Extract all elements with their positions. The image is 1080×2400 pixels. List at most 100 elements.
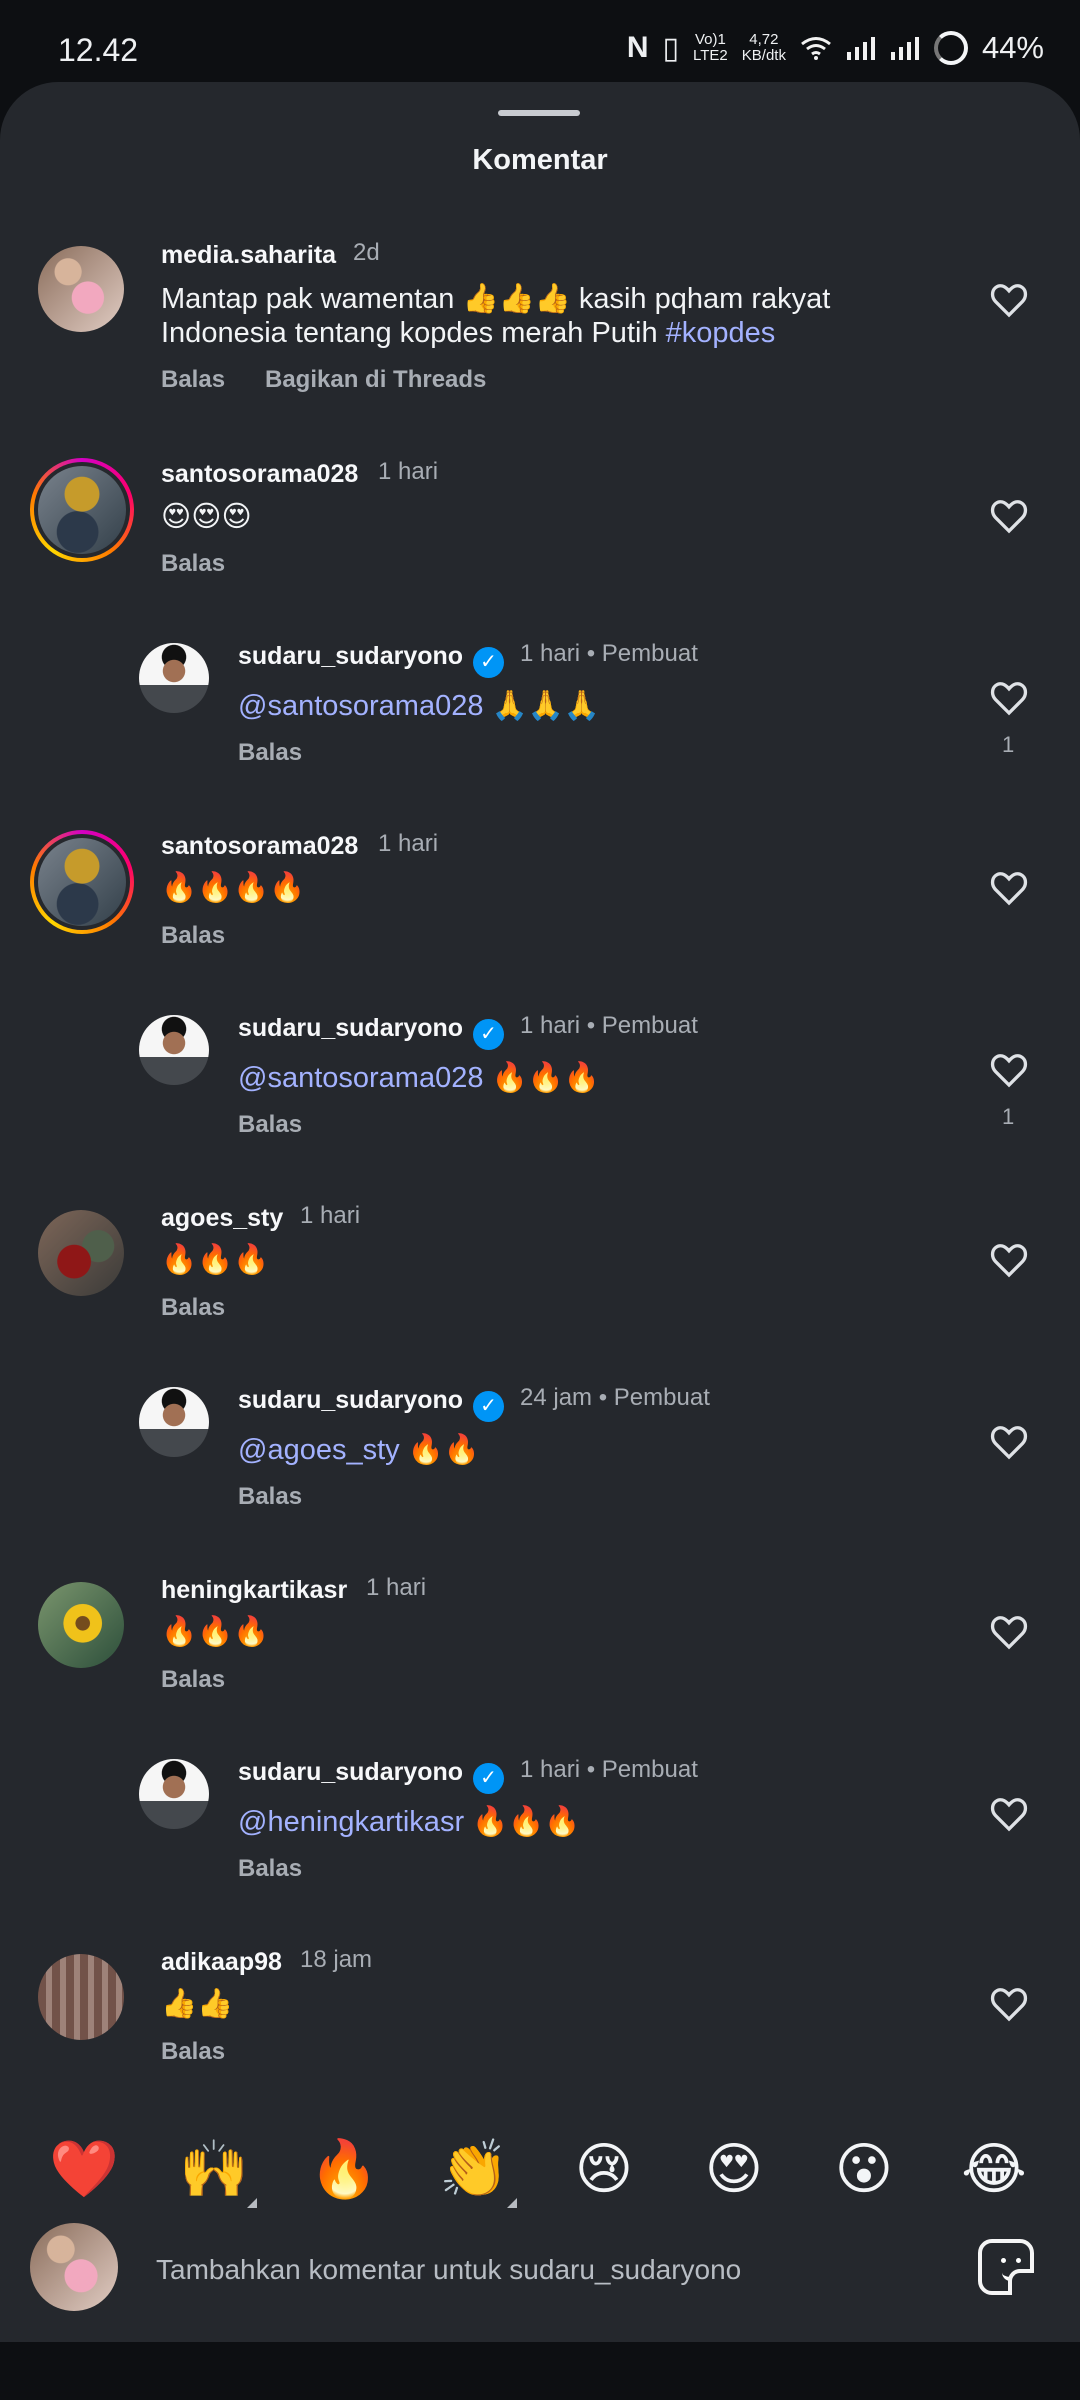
comments-sheet: Komentar media.saharita 2d Mantap pak wa… (0, 82, 1080, 2342)
reply-username[interactable]: sudaru_sudaryono (238, 1386, 463, 1414)
verified-icon: ✓ (473, 647, 505, 678)
like-heart-icon[interactable] (989, 1984, 1029, 2024)
like-heart-icon[interactable] (989, 496, 1029, 536)
reply-time: 1 hari (520, 1012, 581, 1039)
like-heart-icon[interactable] (989, 1612, 1029, 1652)
share-threads-button[interactable]: Bagikan di Threads (265, 366, 486, 394)
emoji-heart-eyes[interactable]: 😍 (694, 2129, 774, 2209)
like-heart-icon[interactable] (989, 1240, 1029, 1280)
comment-time: 1 hari (366, 1574, 427, 1601)
quick-emoji-row: ❤️ 🙌 🔥 👏 😢 😍 😮 😂 (0, 2129, 1080, 2211)
mention-link[interactable]: @agoes_sty (238, 1434, 400, 1466)
emoji-heart[interactable]: ❤️ (44, 2129, 124, 2209)
reply-button[interactable]: Balas (161, 1666, 225, 1694)
avatar[interactable] (38, 246, 124, 332)
hashtag-link[interactable]: #kopdes (666, 317, 776, 349)
verified-icon: ✓ (473, 1391, 505, 1422)
like-count: 1 (1002, 1104, 1015, 1129)
comment-text: Mantap pak wamentan 👍👍👍 kasih pqham raky… (161, 282, 830, 350)
reply-button[interactable]: Balas (238, 1483, 302, 1511)
comment-composer (0, 2208, 1080, 2342)
avatar[interactable] (139, 643, 209, 713)
comment-time: 1 hari • Pembuat (520, 640, 698, 667)
mention-link[interactable]: @heningkartikasr (238, 1806, 464, 1838)
comment-time: 24 jam • Pembuat (520, 1384, 710, 1411)
comment-input[interactable] (154, 2245, 938, 2295)
reply-button[interactable]: Balas (161, 366, 225, 394)
avatar[interactable] (38, 1210, 124, 1296)
network-speed-unit: KB/dtk (741, 47, 786, 64)
story-avatar[interactable] (30, 458, 134, 562)
comment-username[interactable]: agoes_sty (161, 1204, 283, 1233)
emoji-laugh[interactable]: 😂 (954, 2129, 1034, 2209)
nfc-icon: N (626, 31, 649, 64)
sticker-face-icon (996, 2258, 1026, 2281)
comment-text: @santosorama028 🙏🙏🙏 (238, 689, 600, 723)
like-heart-icon[interactable] (989, 1050, 1029, 1090)
comment-username[interactable]: sudaru_sudaryono ✓ (238, 1014, 505, 1050)
reply-button[interactable]: Balas (238, 1855, 302, 1883)
comment-username[interactable]: sudaru_sudaryono ✓ (238, 1386, 505, 1422)
author-label: Pembuat (601, 1012, 698, 1039)
comment-text: @heningkartikasr 🔥🔥🔥 (238, 1805, 581, 1839)
emoji-clap[interactable]: 👏 (434, 2129, 514, 2209)
status-time: 12.42 (58, 32, 139, 68)
status-icons: N ▯ Vo)1 LTE2 4,72 KB/dtk 44% (627, 26, 1044, 70)
avatar[interactable] (38, 1954, 124, 2040)
comment-time: 1 hari (378, 458, 439, 485)
comment-username[interactable]: santosorama028 (161, 832, 358, 861)
comment-item: media.saharita 2d Mantap pak wamentan 👍👍… (0, 162, 1080, 393)
like-heart-icon[interactable] (989, 678, 1029, 718)
like-heart-icon[interactable] (989, 1422, 1029, 1462)
mention-link[interactable]: @santosorama028 (238, 1062, 483, 1094)
story-avatar[interactable] (30, 830, 134, 934)
emoji-cry[interactable]: 😢 (564, 2129, 644, 2209)
avatar[interactable] (38, 1582, 124, 1668)
system-navigation-bar (0, 2342, 1080, 2400)
comment-text: 🔥🔥🔥 (161, 1616, 270, 1648)
reply-button[interactable]: Balas (161, 1294, 225, 1322)
reply-button[interactable]: Balas (161, 922, 225, 950)
like-heart-icon[interactable] (989, 1794, 1029, 1834)
comment-username[interactable]: sudaru_sudaryono ✓ (238, 642, 505, 678)
avatar[interactable] (139, 1759, 209, 1829)
battery-percent: 44% (981, 30, 1044, 65)
emoji-fire[interactable]: 🔥 (304, 2129, 384, 2209)
comment-text: 🔥🔥🔥 (161, 1244, 270, 1276)
emoji-surprised[interactable]: 😮 (824, 2129, 904, 2209)
reply-emojis: 🔥🔥🔥 (464, 1806, 581, 1838)
comment-username[interactable]: adikaap98 (161, 1948, 282, 1977)
signal-icon-1 (846, 37, 875, 60)
like-heart-icon[interactable] (989, 280, 1029, 320)
comment-text-line1: Mantap pak wamentan 👍👍👍 kasih pqham raky… (161, 283, 831, 315)
reply-emojis: 🙏🙏🙏 (483, 690, 600, 722)
author-label: Pembuat (601, 1756, 698, 1783)
like-heart-icon[interactable] (989, 868, 1029, 908)
drag-handle[interactable] (498, 110, 580, 116)
volte-indicator: Vo)1 LTE2 (693, 32, 728, 64)
reply-time: 24 jam (520, 1384, 593, 1411)
emoji-raised-hands[interactable]: 🙌 (174, 2129, 254, 2209)
author-label: Pembuat (601, 640, 698, 667)
network-speed-value: 4,72 (749, 31, 779, 48)
current-user-avatar (30, 2223, 118, 2311)
sticker-icon[interactable] (978, 2239, 1034, 2295)
volte-top: Vo)1 (694, 31, 726, 48)
comment-username[interactable]: heningkartikasr (161, 1576, 347, 1605)
reply-button[interactable]: Balas (161, 2038, 225, 2066)
reply-button[interactable]: Balas (238, 739, 302, 767)
comment-username[interactable]: santosorama028 (161, 460, 358, 489)
reply-username[interactable]: sudaru_sudaryono (238, 642, 463, 670)
reply-button[interactable]: Balas (238, 1111, 302, 1139)
avatar[interactable] (139, 1015, 209, 1085)
comment-username[interactable]: media.saharita (161, 241, 336, 270)
reply-username[interactable]: sudaru_sudaryono (238, 1758, 463, 1786)
comment-time: 2d (353, 239, 380, 266)
wifi-icon (801, 37, 831, 60)
comment-username[interactable]: sudaru_sudaryono ✓ (238, 1758, 505, 1794)
mention-link[interactable]: @santosorama028 (238, 690, 483, 722)
reply-username[interactable]: sudaru_sudaryono (238, 1014, 463, 1042)
reply-button[interactable]: Balas (161, 550, 225, 578)
avatar[interactable] (139, 1387, 209, 1457)
verified-icon: ✓ (473, 1019, 505, 1050)
